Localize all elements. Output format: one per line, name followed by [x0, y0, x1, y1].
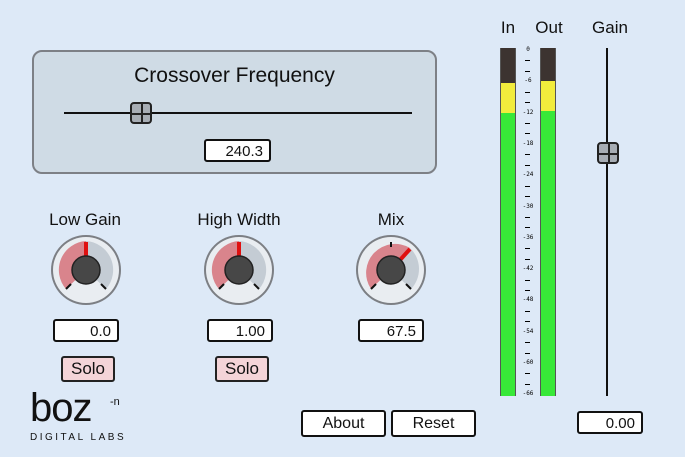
meter-scale-label: -30 — [522, 202, 534, 210]
reset-button[interactable]: Reset — [391, 410, 476, 437]
meter-scale-tick — [525, 258, 530, 260]
boz-logo-subtitle: DIGITAL LABS — [30, 432, 127, 443]
meter-scale-tick — [525, 352, 530, 354]
meter-scale-tick — [525, 248, 530, 250]
in-meter-dark-segment — [501, 48, 515, 83]
low-gain-knob[interactable] — [50, 234, 122, 306]
out-meter-label: Out — [535, 18, 563, 37]
meter-scale-label: -12 — [522, 108, 534, 116]
in-meter-label: In — [500, 18, 516, 37]
meter-scale-tick — [525, 383, 530, 385]
meter-scale-label: -6 — [524, 77, 532, 85]
high-width-knob[interactable] — [203, 234, 275, 306]
high-width-value-field[interactable]: 1.00 — [207, 319, 273, 342]
meter-scale-tick — [525, 164, 530, 166]
meter-scale-tick — [525, 185, 530, 187]
crossover-panel: Crossover Frequency 240.3 — [32, 50, 437, 174]
meter-scale-tick — [525, 102, 530, 104]
mix-knob[interactable] — [355, 234, 427, 306]
gain-label: Gain — [592, 18, 628, 37]
meter-scale-tick — [525, 321, 530, 323]
boz-logo: boz — [30, 386, 92, 430]
meter-scale-label: -48 — [522, 296, 534, 304]
mix-value-field[interactable]: 67.5 — [358, 319, 424, 342]
crossover-title: Crossover Frequency — [134, 64, 335, 87]
crossover-value-field[interactable]: 240.3 — [204, 139, 271, 162]
in-meter-green-segment — [501, 113, 515, 396]
out-meter-green-segment — [541, 111, 555, 396]
high-width-label: High Width — [197, 210, 281, 229]
meter-scale-tick — [525, 123, 530, 125]
meter-scale-label: -36 — [522, 233, 534, 241]
meter-scale-tick — [525, 279, 530, 281]
high-width-solo-button[interactable]: Solo — [215, 356, 269, 382]
meter-scale-tick — [525, 227, 530, 229]
meter-scale-tick — [525, 342, 530, 344]
out-meter — [540, 48, 556, 396]
mix-label: Mix — [377, 210, 405, 229]
meter-scale-tick — [525, 196, 530, 198]
meter-scale-tick — [525, 289, 530, 291]
meter-scale-label: 0 — [526, 46, 530, 53]
low-gain-label: Low Gain — [49, 210, 121, 229]
meter-scale-label: -66 — [522, 390, 534, 398]
meter-scale-tick — [525, 154, 530, 156]
low-gain-solo-button[interactable]: Solo — [61, 356, 115, 382]
out-meter-dark-segment — [541, 48, 555, 81]
meter-scale-label: -54 — [522, 327, 534, 335]
meter-scale-label: -60 — [522, 359, 534, 366]
gain-slider-track[interactable] — [606, 48, 608, 396]
in-meter — [500, 48, 516, 396]
out-meter-yellow-segment — [541, 81, 555, 111]
meter-scale-label: -24 — [522, 171, 534, 179]
low-gain-value-field[interactable]: 0.0 — [53, 319, 119, 342]
crossover-slider-thumb[interactable] — [130, 102, 152, 124]
meter-scale: 0 -6 -12 -18 -24 -30 -36 -42 -48 -54 -60 -66 — [516, 46, 540, 398]
boz-logo-superscript: -n — [110, 396, 120, 408]
meter-scale-tick — [525, 133, 530, 135]
meter-scale-tick — [525, 373, 530, 375]
gain-slider-thumb[interactable] — [597, 142, 619, 164]
meter-scale-tick — [525, 70, 530, 72]
meter-scale-tick — [525, 91, 530, 93]
crossover-slider-track[interactable] — [64, 112, 412, 114]
meter-scale-label: -42 — [522, 265, 534, 273]
gain-value-field[interactable]: 0.00 — [577, 411, 643, 434]
about-button[interactable]: About — [301, 410, 386, 437]
meter-scale-label: -18 — [522, 139, 534, 147]
meter-scale-tick — [525, 60, 530, 62]
in-meter-yellow-segment — [501, 83, 515, 113]
meter-scale-tick — [525, 310, 530, 312]
meter-scale-tick — [525, 216, 530, 218]
